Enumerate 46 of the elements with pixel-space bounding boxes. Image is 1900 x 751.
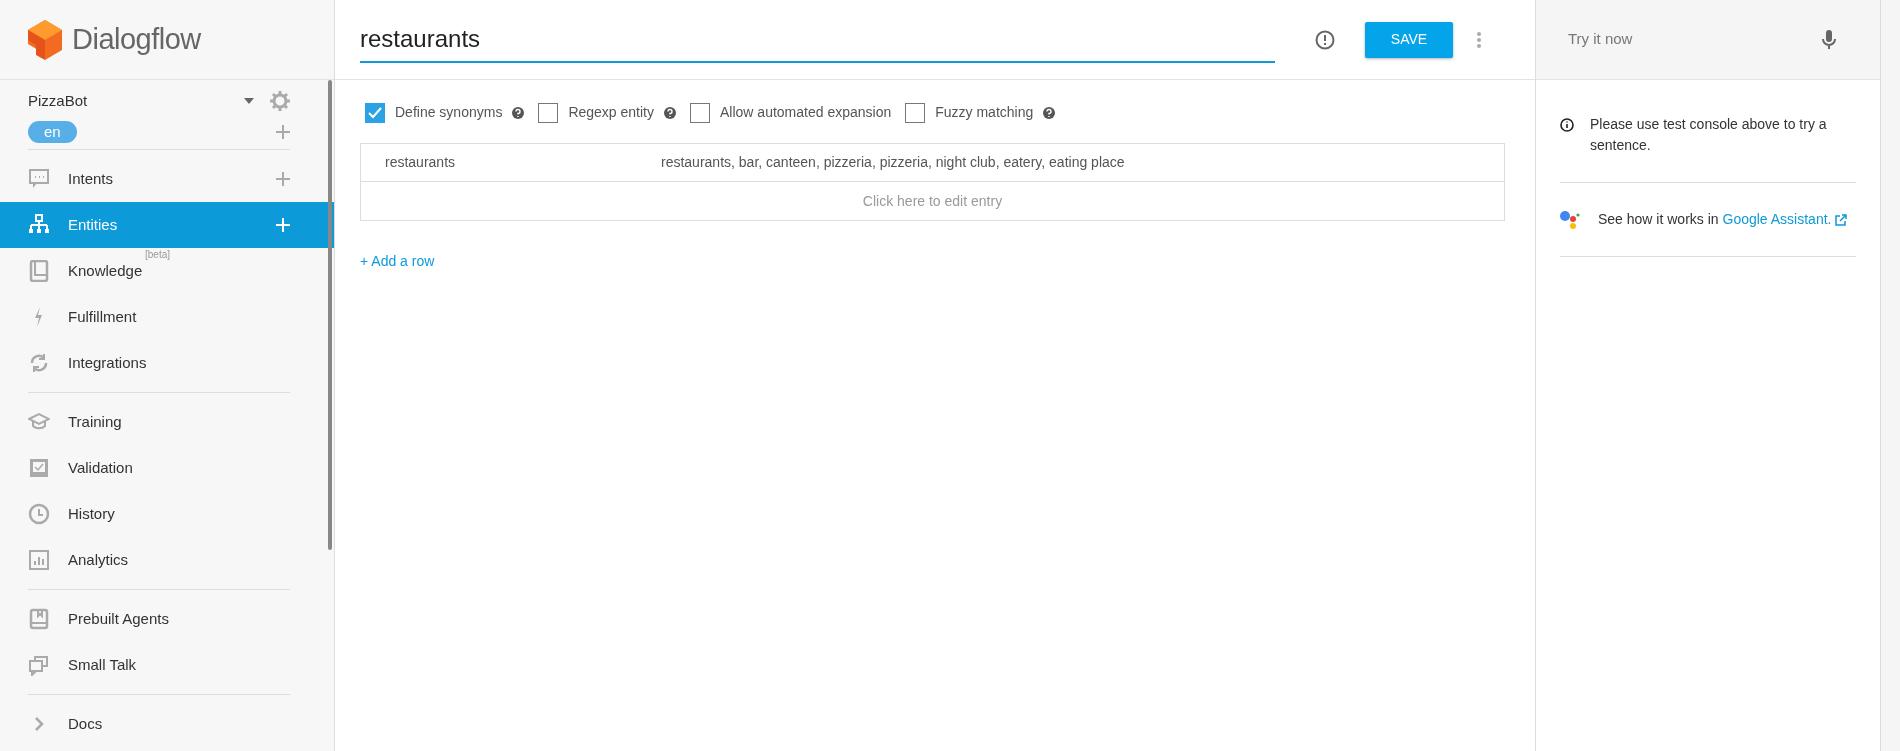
option-label: Define synonyms [395,103,503,122]
bar-chart-icon [28,549,50,571]
book-icon [28,260,50,282]
brand-name: Dialogflow [72,21,201,57]
help-icon[interactable] [664,106,676,119]
info-message: Please use test console above to try a sentence. [1590,115,1828,155]
more-icon[interactable] [1477,31,1481,48]
sidebar-item[interactable]: Fulfillment [0,294,334,340]
book-icon [28,608,50,630]
clock-icon [28,503,50,525]
assistant-icon [1560,209,1582,230]
sidebar-item[interactable]: Integrations [0,340,334,386]
option-label: Regexp entity [568,103,654,122]
alert-icon[interactable] [1315,29,1335,50]
sidebar-item[interactable]: Intents [0,156,334,202]
synonyms-list[interactable]: restaurants, bar, canteen, pizzeria, pizzeria, night club, eatery, eating place [661,152,1125,173]
caret-icon[interactable] [244,98,254,105]
assistant-message: See how it works in Google Assistant. [1598,209,1848,230]
scrollbar[interactable] [328,80,332,550]
sidebar-item[interactable]: History [0,491,334,537]
agent-name[interactable]: PizzaBot [28,90,244,113]
hierarchy-icon [28,214,50,236]
sidebar-item[interactable]: Small Talk [0,642,334,688]
info-icon [1560,118,1574,132]
microphone-icon[interactable] [1822,29,1836,50]
logo-icon [28,19,62,60]
checkbox-icon [28,457,50,479]
refresh-icon [28,352,50,374]
chat-icon [28,168,50,190]
lightning-icon [35,306,43,328]
sidebar-item[interactable]: Prebuilt Agents [0,596,334,642]
checkbox[interactable] [905,102,926,123]
help-icon[interactable] [512,106,525,119]
reference-value[interactable]: restaurants [361,152,661,173]
option-label: Allow automated expansion [720,103,892,122]
external-link-icon[interactable] [1835,214,1848,227]
option-label: Fuzzy matching [935,103,1034,122]
chat-icon [28,654,50,676]
sidebar-item[interactable]: Analytics [0,537,334,583]
help-icon[interactable] [1043,106,1056,119]
sidebar-item[interactable]: Training [0,399,334,445]
checkbox[interactable] [365,102,385,123]
sidebar-item[interactable]: Validation [0,445,334,491]
checkbox[interactable] [690,102,710,123]
sidebar-item[interactable]: Docs [0,701,334,747]
checkbox[interactable] [538,102,559,123]
